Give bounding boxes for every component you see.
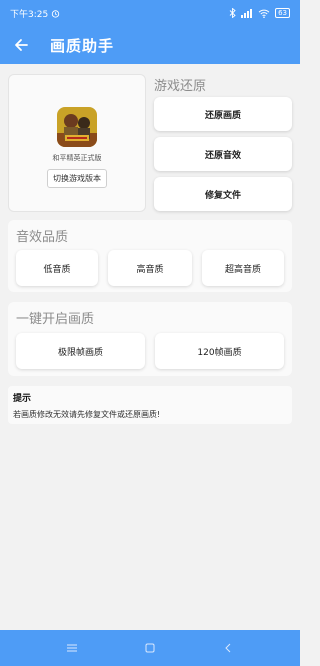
back-button[interactable] xyxy=(0,26,42,64)
fps-120-button[interactable]: 120帧画质 xyxy=(155,333,284,369)
restore-quality-button[interactable]: 还原画质 xyxy=(154,97,292,131)
nav-back-button[interactable] xyxy=(218,638,238,658)
sound-section-title: 音效品质 xyxy=(16,230,69,245)
high-sound-button[interactable]: 高音质 xyxy=(108,250,192,286)
system-nav-bar xyxy=(0,630,300,666)
page-title: 画质助手 xyxy=(50,36,115,55)
home-icon xyxy=(145,643,155,653)
status-time: 下午3:25 xyxy=(10,9,49,20)
game-name: 和平精英正式版 xyxy=(52,154,102,162)
restore-section-title: 游戏还原 xyxy=(154,79,207,94)
game-card: 和平精英正式版 切换游戏版本 xyxy=(8,74,146,212)
bluetooth-icon xyxy=(229,8,236,18)
menu-button[interactable] xyxy=(62,638,82,658)
tip-card: 提示 若画质修改无效请先修复文件或还原画质! xyxy=(8,386,292,424)
tip-title: 提示 xyxy=(13,394,32,404)
repair-files-button[interactable]: 修复文件 xyxy=(154,177,292,211)
restore-sound-button[interactable]: 还原音效 xyxy=(154,137,292,171)
low-sound-button[interactable]: 低音质 xyxy=(16,250,98,286)
battery-indicator: 63 xyxy=(275,8,290,18)
quality-section-title: 一键开启画质 xyxy=(16,312,95,327)
menu-icon xyxy=(67,644,77,652)
home-button[interactable] xyxy=(140,638,160,658)
extreme-fps-button[interactable]: 极限帧画质 xyxy=(16,333,145,369)
nav-back-icon xyxy=(225,643,231,653)
wifi-icon xyxy=(258,9,270,18)
tip-text: 若画质修改无效请先修复文件或还原画质! xyxy=(13,410,161,419)
ultra-sound-button[interactable]: 超高音质 xyxy=(202,250,284,286)
game-logo xyxy=(57,107,97,147)
app-bar: 画质助手 xyxy=(0,26,300,64)
switch-version-button[interactable]: 切换游戏版本 xyxy=(47,169,107,188)
back-arrow-icon xyxy=(15,39,28,51)
signal-icon xyxy=(241,8,253,18)
status-bar: 下午3:25 63 xyxy=(0,0,300,26)
alarm-icon xyxy=(51,9,60,18)
